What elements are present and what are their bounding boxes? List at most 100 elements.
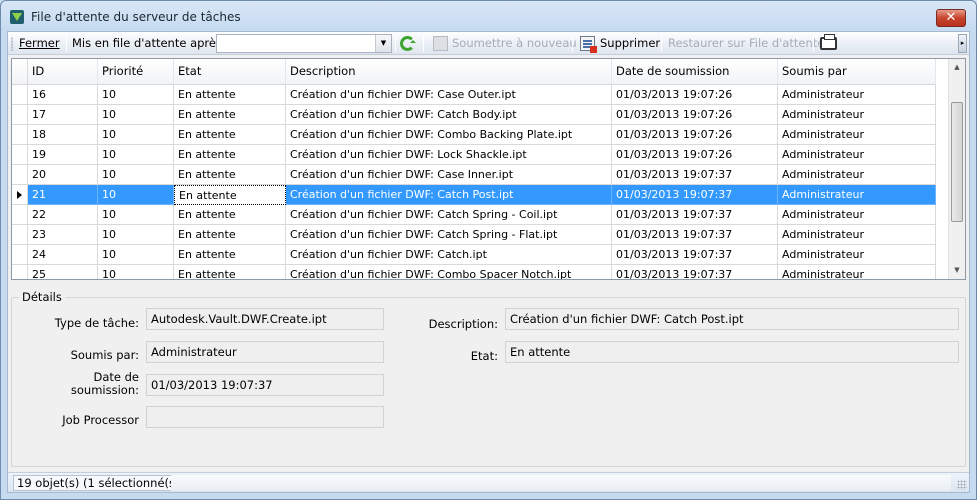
cell-id[interactable]: 18 (28, 125, 98, 145)
row-header[interactable] (12, 145, 28, 165)
cell-submit-date[interactable]: 01/03/2013 19:07:37 (612, 185, 778, 205)
state-field[interactable]: En attente (505, 341, 959, 363)
table-row[interactable]: 25 10 En attente Création d'un fichier DWF:… (12, 265, 936, 279)
cell-submit-date[interactable]: 01/03/2013 19:07:26 (612, 85, 778, 105)
cell-state[interactable]: En attente (174, 205, 286, 225)
table-row[interactable]: 16 10 En attente Création d'un fichier DWF:… (12, 85, 936, 105)
row-header[interactable] (12, 225, 28, 245)
grip-icon[interactable] (11, 37, 13, 51)
cell-submit-date[interactable]: 01/03/2013 19:07:26 (612, 145, 778, 165)
column-header-priority[interactable]: Priorité (98, 59, 174, 85)
restore-to-queue-button[interactable]: Restaurer sur File d'attente (668, 35, 824, 52)
row-header[interactable] (12, 205, 28, 225)
column-header-submit-date[interactable]: Date de soumission (612, 59, 778, 85)
print-icon[interactable] (820, 34, 837, 50)
cell-state[interactable]: En attente (174, 145, 286, 165)
cell-state[interactable]: En attente (174, 125, 286, 145)
cell-description[interactable]: Création d'un fichier DWF: Catch Spring … (286, 205, 612, 225)
close-window-button[interactable]: ✕ (936, 9, 966, 27)
submitted-by-field[interactable]: Administrateur (146, 341, 384, 363)
cell-id[interactable]: 22 (28, 205, 98, 225)
cell-description[interactable]: Création d'un fichier DWF: Catch Body.ip… (286, 105, 612, 125)
cell-state[interactable]: En attente (174, 265, 286, 279)
vertical-scrollbar[interactable]: ▲ ▼ (948, 59, 965, 279)
cell-description[interactable]: Création d'un fichier DWF: Catch Post.ip… (286, 185, 612, 205)
title-bar[interactable]: File d'attente du serveur de tâches ✕ (1, 1, 976, 31)
column-header-state[interactable]: Etat (174, 59, 286, 85)
job-processor-field[interactable] (146, 406, 384, 428)
scroll-down-icon[interactable]: ▼ (949, 262, 965, 279)
scroll-thumb[interactable] (951, 102, 963, 222)
refresh-icon[interactable] (400, 36, 416, 51)
column-header-submitted-by[interactable]: Soumis par (778, 59, 936, 85)
table-row[interactable]: 19 10 En attente Création d'un fichier DWF:… (12, 145, 936, 165)
cell-description[interactable]: Création d'un fichier DWF: Combo Spacer … (286, 265, 612, 279)
row-header[interactable] (12, 105, 28, 125)
cell-submitted-by[interactable]: Administrateur (778, 165, 936, 185)
cell-id[interactable]: 21 (28, 185, 98, 205)
table-row[interactable]: 17 10 En attente Création d'un fichier DWF:… (12, 105, 936, 125)
cell-submitted-by[interactable]: Administrateur (778, 225, 936, 245)
cell-description[interactable]: Création d'un fichier DWF: Combo Backing… (286, 125, 612, 145)
task-type-field[interactable]: Autodesk.Vault.DWF.Create.ipt (146, 308, 384, 330)
cell-priority[interactable]: 10 (98, 165, 174, 185)
table-row[interactable]: 22 10 En attente Création d'un fichier DWF:… (12, 205, 936, 225)
cell-submitted-by[interactable]: Administrateur (778, 85, 936, 105)
cell-submit-date[interactable]: 01/03/2013 19:07:37 (612, 165, 778, 185)
description-field[interactable]: Création d'un fichier DWF: Catch Post.ip… (505, 308, 959, 330)
cell-description[interactable]: Création d'un fichier DWF: Catch.ipt (286, 245, 612, 265)
cell-submitted-by[interactable]: Administrateur (778, 265, 936, 279)
cell-state[interactable]: En attente (174, 105, 286, 125)
cell-state[interactable]: En attente (174, 185, 286, 205)
cell-submitted-by[interactable]: Administrateur (778, 205, 936, 225)
cell-priority[interactable]: 10 (98, 105, 174, 125)
cell-submit-date[interactable]: 01/03/2013 19:07:37 (612, 265, 778, 279)
chevron-down-icon[interactable]: ▼ (375, 35, 391, 52)
cell-description[interactable]: Création d'un fichier DWF: Case Outer.ip… (286, 85, 612, 105)
cell-priority[interactable]: 10 (98, 185, 174, 205)
cell-submit-date[interactable]: 01/03/2013 19:07:26 (612, 105, 778, 125)
row-header[interactable] (12, 125, 28, 145)
cell-state[interactable]: En attente (174, 165, 286, 185)
scroll-up-icon[interactable]: ▲ (949, 59, 965, 76)
cell-submitted-by[interactable]: Administrateur (778, 145, 936, 165)
resubmit-button[interactable]: Soumettre à nouveau (452, 35, 577, 52)
cell-id[interactable]: 25 (28, 265, 98, 279)
queue-after-dropdown[interactable]: ▼ (216, 34, 392, 53)
column-header-id[interactable]: ID (28, 59, 98, 85)
cell-priority[interactable]: 10 (98, 125, 174, 145)
close-button[interactable]: Fermer (19, 35, 60, 52)
cell-priority[interactable]: 10 (98, 225, 174, 245)
resize-grip-icon[interactable] (957, 480, 967, 490)
cell-priority[interactable]: 10 (98, 145, 174, 165)
cell-id[interactable]: 20 (28, 165, 98, 185)
cell-description[interactable]: Création d'un fichier DWF: Catch Spring … (286, 225, 612, 245)
cell-priority[interactable]: 10 (98, 265, 174, 279)
cell-submitted-by[interactable]: Administrateur (778, 125, 936, 145)
cell-state[interactable]: En attente (174, 85, 286, 105)
cell-priority[interactable]: 10 (98, 205, 174, 225)
cell-submitted-by[interactable]: Administrateur (778, 245, 936, 265)
cell-id[interactable]: 16 (28, 85, 98, 105)
cell-id[interactable]: 24 (28, 245, 98, 265)
cell-submit-date[interactable]: 01/03/2013 19:07:37 (612, 205, 778, 225)
cell-submit-date[interactable]: 01/03/2013 19:07:26 (612, 125, 778, 145)
cell-id[interactable]: 23 (28, 225, 98, 245)
table-row[interactable]: 23 10 En attente Création d'un fichier DWF:… (12, 225, 936, 245)
cell-priority[interactable]: 10 (98, 245, 174, 265)
cell-submitted-by[interactable]: Administrateur (778, 185, 936, 205)
table-row[interactable]: 18 10 En attente Création d'un fichier DWF:… (12, 125, 936, 145)
cell-state[interactable]: En attente (174, 225, 286, 245)
table-row[interactable]: 21 10 En attente Création d'un fichier DWF:… (12, 185, 936, 205)
row-header[interactable] (12, 85, 28, 105)
row-header[interactable] (12, 165, 28, 185)
row-header[interactable] (12, 245, 28, 265)
row-header[interactable] (12, 185, 28, 205)
cell-submitted-by[interactable]: Administrateur (778, 105, 936, 125)
overflow-chevron-icon[interactable]: ▸ (958, 34, 967, 53)
cell-submit-date[interactable]: 01/03/2013 19:07:37 (612, 225, 778, 245)
cell-id[interactable]: 19 (28, 145, 98, 165)
cell-priority[interactable]: 10 (98, 85, 174, 105)
cell-state[interactable]: En attente (174, 245, 286, 265)
row-header[interactable] (12, 265, 28, 279)
